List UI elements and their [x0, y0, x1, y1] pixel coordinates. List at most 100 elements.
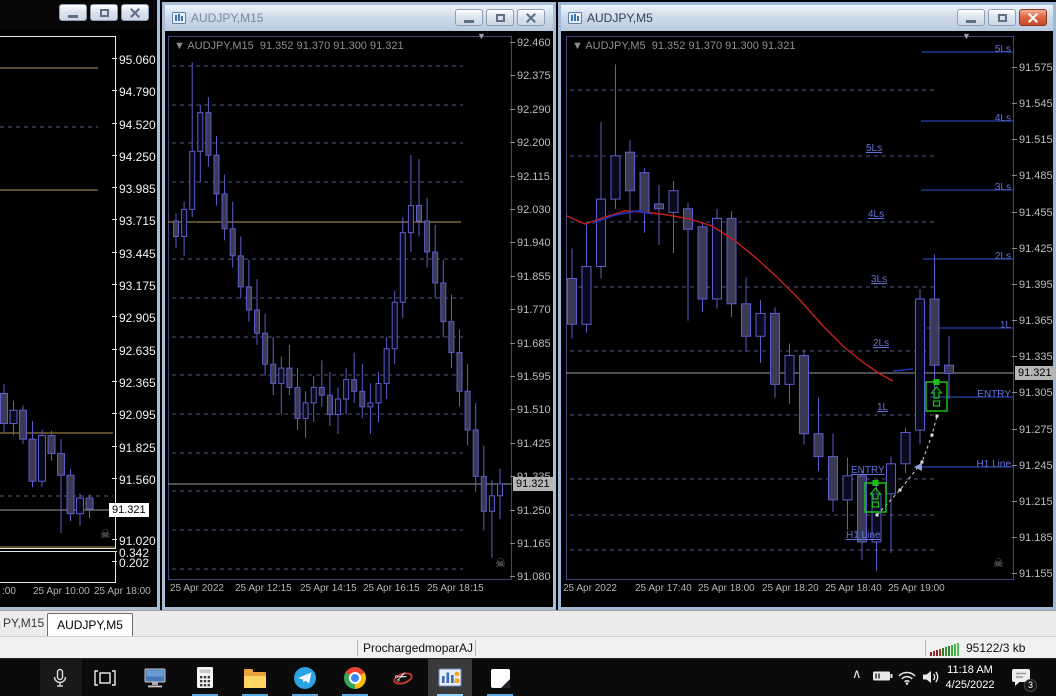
task-view-icon[interactable] — [92, 665, 118, 691]
metatrader-icon[interactable] — [437, 665, 463, 691]
chart-plot[interactable] — [0, 36, 116, 549]
maximize-button[interactable] — [988, 9, 1016, 26]
minimize-button[interactable] — [957, 9, 985, 26]
chart-window-m5: AUDJPY,M5 ▼ AUDJPY,M5 91.352 91.370 91.3… — [558, 2, 1056, 610]
indicator-subwindow[interactable] — [0, 551, 116, 583]
desktop: ☠ AUDJPY,M15 ▼ AUDJPY,M15 91.352 91.370 … — [0, 0, 1056, 696]
close-icon — [525, 12, 537, 24]
price-tick: 91.250 — [510, 505, 551, 517]
price-tick: 91.395 — [1012, 279, 1053, 291]
time-label: 25 Apr 2022 — [563, 583, 617, 594]
level-label: H1 Line — [976, 459, 1011, 470]
tab-audjpy-m5[interactable]: AUDJPY,M5 — [47, 613, 133, 637]
snipping-tool-icon[interactable]: ✂ — [390, 665, 416, 691]
level-label: H1 Line — [846, 530, 881, 541]
maximize-button[interactable] — [90, 4, 118, 21]
battery-icon[interactable] — [872, 669, 894, 688]
price-tick: 91.855 — [510, 271, 551, 283]
signal-bar — [936, 650, 938, 656]
time-label: :00 — [2, 586, 16, 597]
time-label: 25 Apr 18:40 — [825, 583, 882, 594]
time-label: 25 Apr 18:15 — [427, 583, 484, 594]
chart-document-icon — [172, 11, 186, 29]
tray-clock[interactable]: 11:18 AM 4/25/2022 — [938, 663, 1002, 693]
tray-chevron-icon[interactable]: ∧ — [852, 666, 862, 682]
maximize-button[interactable] — [486, 9, 514, 26]
chart-plot[interactable] — [566, 36, 1014, 580]
level-label: 3Ls — [871, 274, 888, 285]
wifi-icon[interactable] — [897, 669, 917, 690]
price-tick: 92.460 — [510, 37, 551, 49]
price-tick: 91.185 — [1012, 532, 1053, 544]
signal-bar — [933, 651, 935, 656]
price-tick: 91.825 — [112, 441, 156, 455]
time-label: 25 Apr 18:00 — [698, 583, 755, 594]
minimize-button[interactable] — [455, 9, 483, 26]
computer-icon[interactable] — [142, 665, 168, 691]
price-tick: 91.545 — [1012, 98, 1053, 110]
price-tick: 91.940 — [510, 237, 551, 249]
account-name: ProchargedmoparAJ — [363, 641, 474, 655]
indicator-value: 0.202 — [111, 556, 150, 570]
window-titlebar[interactable]: AUDJPY,M15 — [165, 5, 553, 31]
signal-bar — [957, 643, 959, 656]
time-label: 25 Apr 16:15 — [363, 583, 420, 594]
price-tick: 91.215 — [1012, 496, 1053, 508]
maximize-icon — [495, 13, 505, 22]
file-explorer-icon[interactable] — [242, 665, 268, 691]
chart-plot[interactable] — [168, 36, 512, 580]
price-tick: 93.985 — [112, 182, 156, 196]
price-tick: 91.275 — [1012, 424, 1053, 436]
price-tag: 91.321 — [109, 503, 149, 517]
minimize-icon — [464, 19, 474, 23]
price-tick: 91.425 — [1012, 243, 1053, 255]
signal-bar — [942, 648, 944, 656]
window-titlebar[interactable] — [0, 0, 157, 29]
separator — [925, 640, 926, 656]
price-tick: 91.685 — [510, 338, 551, 350]
price-tag: 91.321 — [513, 477, 553, 491]
level-label: 1L — [999, 320, 1011, 331]
close-button[interactable] — [1019, 9, 1047, 26]
level-label: 4Ls — [868, 209, 885, 220]
level-label: 5Ls — [866, 143, 883, 154]
clock-time: 11:18 AM — [947, 664, 993, 676]
price-tick: 91.595 — [510, 371, 551, 383]
window-titlebar[interactable]: AUDJPY,M5 — [561, 5, 1053, 31]
close-icon — [1027, 12, 1039, 24]
price-tick: 91.155 — [1012, 568, 1053, 580]
time-label: 25 Apr 10:00 — [33, 586, 90, 597]
signal-bar — [948, 646, 950, 656]
signal-bar — [945, 647, 947, 656]
skull-icon: ☠ — [100, 527, 111, 541]
chart-header-quote: ▼ AUDJPY,M15 91.352 91.370 91.300 91.321 — [174, 40, 404, 52]
minimize-button[interactable] — [59, 4, 87, 21]
minimize-icon — [966, 19, 976, 23]
price-tick: 92.375 — [510, 70, 551, 82]
close-button[interactable] — [121, 4, 149, 21]
price-tick: 91.245 — [1012, 460, 1053, 472]
telegram-icon[interactable] — [292, 665, 318, 691]
calculator-icon[interactable] — [192, 665, 218, 691]
price-tick: 92.365 — [112, 376, 156, 390]
price-tick: 91.080 — [510, 571, 551, 583]
chart-document-icon — [568, 11, 582, 29]
price-tick: 91.335 — [1012, 351, 1053, 363]
time-label: 25 Apr 2022 — [170, 583, 224, 594]
price-tick: 91.455 — [1012, 207, 1053, 219]
connection-signal-icon — [930, 641, 962, 656]
price-tick: 94.790 — [112, 85, 156, 99]
level-label: 2Ls — [994, 251, 1011, 262]
chrome-icon[interactable] — [342, 665, 368, 691]
notes-icon[interactable] — [487, 665, 513, 691]
level-label: 1L — [877, 402, 889, 413]
price-tick: 92.905 — [112, 311, 156, 325]
tab-audjpy-m15[interactable]: PY,M15 — [3, 616, 44, 630]
price-tick: 92.030 — [510, 204, 551, 216]
microphone-icon[interactable] — [47, 665, 73, 691]
time-label: 25 Apr 18:20 — [762, 583, 819, 594]
level-label: ENTRY — [851, 465, 885, 476]
close-button[interactable] — [517, 9, 545, 26]
price-tick: 91.165 — [510, 538, 551, 550]
price-tick: 91.305 — [1012, 387, 1053, 399]
